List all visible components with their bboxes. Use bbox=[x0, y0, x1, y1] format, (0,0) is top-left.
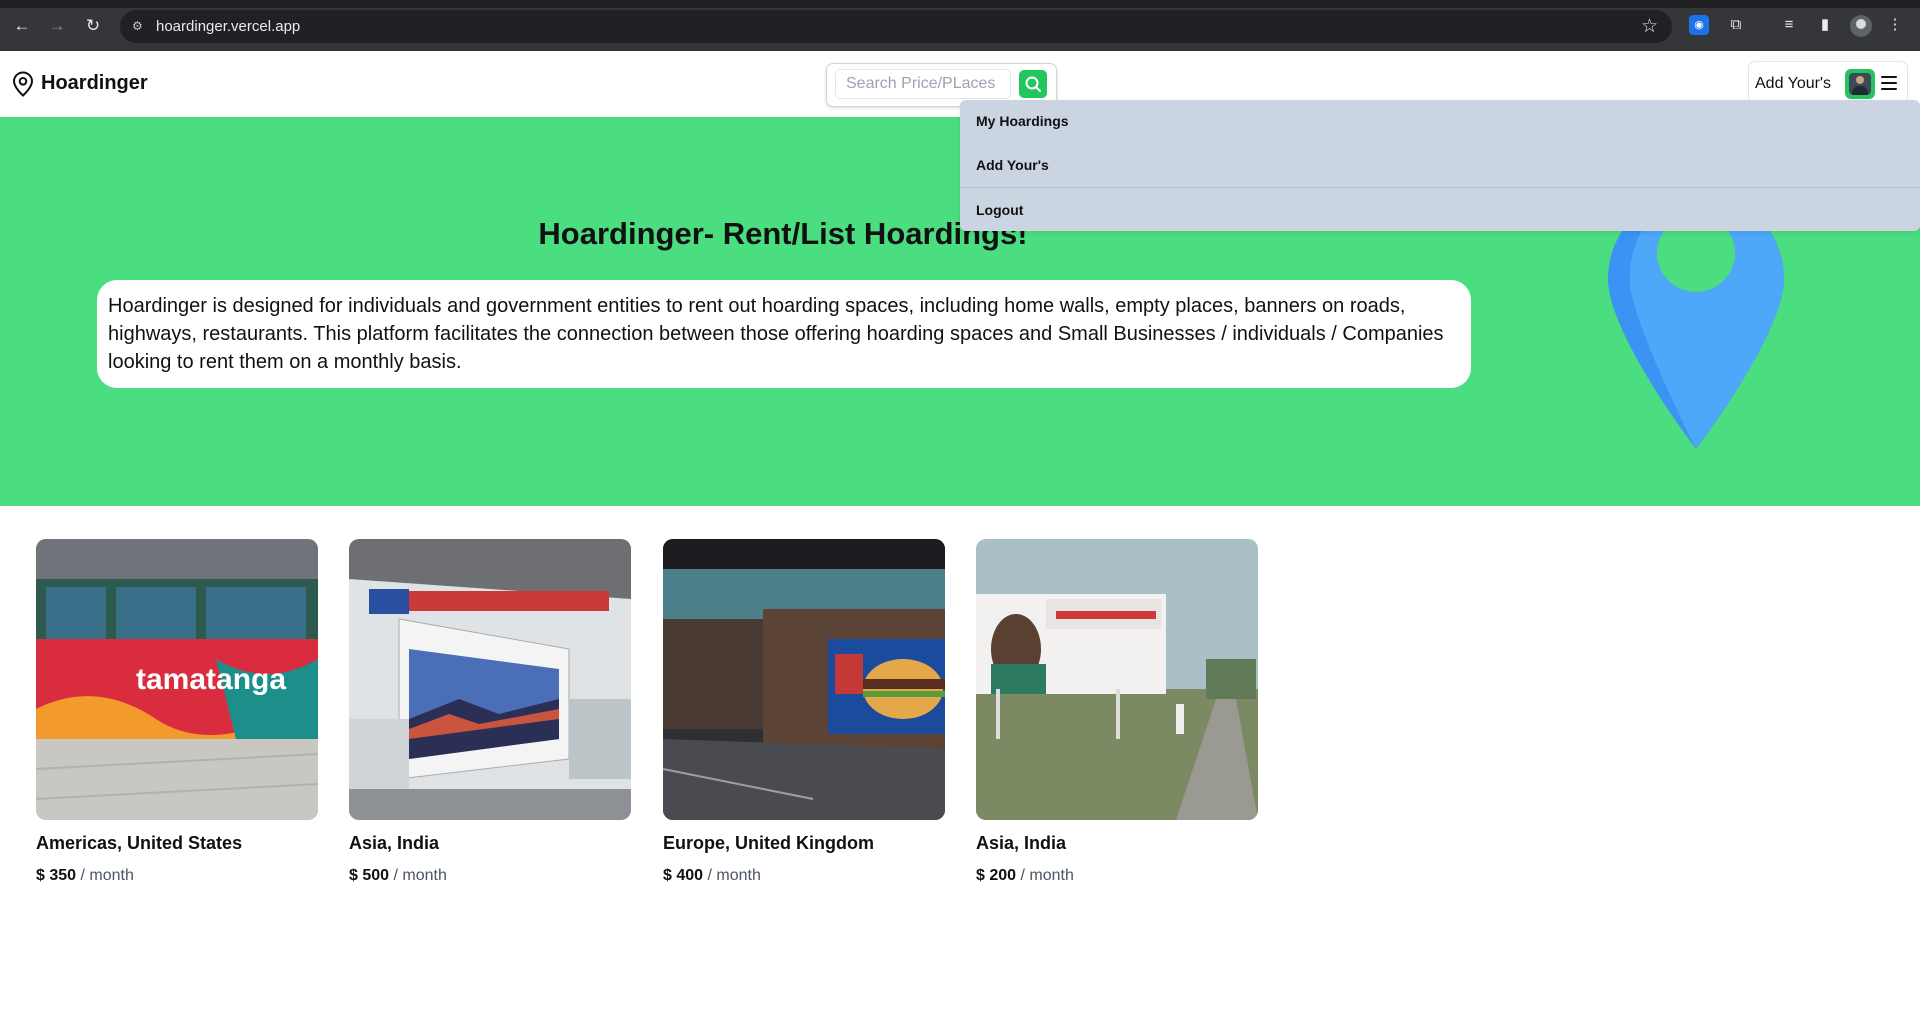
listing-image[interactable]: tamatanga bbox=[36, 539, 318, 820]
brand-logo-text[interactable]: Hoardinger bbox=[41, 71, 148, 95]
bookmark-star-icon[interactable]: ☆ bbox=[1641, 16, 1658, 37]
side-panel-icon[interactable]: ▮ bbox=[1815, 15, 1835, 35]
listing-image[interactable] bbox=[976, 539, 1258, 820]
media-controls-icon[interactable]: ≡ bbox=[1779, 15, 1799, 35]
listing-card[interactable]: Asia, India $ 200 / month bbox=[976, 539, 1258, 884]
listing-price: $ 500 / month bbox=[349, 867, 447, 884]
listing-card[interactable]: tamatanga Americas, United States $ 350 … bbox=[36, 539, 318, 884]
listing-location: Asia, India bbox=[349, 833, 440, 853]
listing-image[interactable] bbox=[349, 539, 631, 820]
listing-price: $ 200 / month bbox=[976, 867, 1074, 884]
menu-divider bbox=[960, 187, 1920, 188]
profile-avatar-icon[interactable] bbox=[1850, 15, 1872, 37]
browser-chrome: ← → ↻ ⚙ hoardinger.vercel.app ☆ ◉ ⧉ ≡ ▮ … bbox=[0, 0, 1920, 51]
location-pin-icon bbox=[12, 71, 34, 97]
listing-location: Americas, United States bbox=[36, 833, 243, 853]
extension-icon[interactable]: ◉ bbox=[1689, 15, 1709, 35]
svg-text:tamatanga: tamatanga bbox=[136, 663, 286, 696]
user-dropdown-menu: My Hoardings Add Your's Logout bbox=[960, 100, 1920, 231]
url-text: hoardinger.vercel.app bbox=[156, 18, 301, 35]
kebab-menu-icon[interactable]: ⋮ bbox=[1885, 15, 1905, 35]
hamburger-menu-icon[interactable] bbox=[1881, 76, 1897, 90]
listing-card[interactable]: Europe, United Kingdom $ 400 / month bbox=[663, 539, 945, 884]
forward-arrow-icon[interactable]: → bbox=[45, 14, 69, 38]
search-icon bbox=[1025, 76, 1041, 92]
listing-card[interactable]: Asia, India $ 500 / month bbox=[349, 539, 631, 884]
reload-icon[interactable]: ↻ bbox=[81, 14, 105, 38]
menu-item-logout[interactable]: Logout bbox=[976, 201, 1023, 219]
add-yours-link[interactable]: Add Your's bbox=[1755, 74, 1831, 94]
listing-location: Europe, United Kingdom bbox=[663, 833, 874, 853]
listing-price: $ 400 / month bbox=[663, 867, 761, 884]
menu-item-my-hoardings[interactable]: My Hoardings bbox=[976, 112, 1069, 130]
hero-description: Hoardinger is designed for individuals a… bbox=[97, 280, 1471, 388]
avatar[interactable] bbox=[1845, 69, 1875, 99]
search-button[interactable] bbox=[1019, 70, 1047, 98]
back-arrow-icon[interactable]: ← bbox=[10, 14, 34, 38]
address-bar[interactable]: ⚙ hoardinger.vercel.app ☆ bbox=[120, 10, 1672, 43]
extensions-puzzle-icon[interactable]: ⧉ bbox=[1726, 15, 1746, 35]
search-input[interactable] bbox=[835, 69, 1011, 99]
listing-location: Asia, India bbox=[976, 833, 1067, 853]
tab-strip bbox=[0, 0, 1920, 8]
listing-price: $ 350 / month bbox=[36, 867, 134, 884]
listing-image[interactable] bbox=[663, 539, 945, 820]
menu-item-add-yours[interactable]: Add Your's bbox=[976, 156, 1049, 174]
site-settings-icon[interactable]: ⚙ bbox=[132, 18, 148, 34]
